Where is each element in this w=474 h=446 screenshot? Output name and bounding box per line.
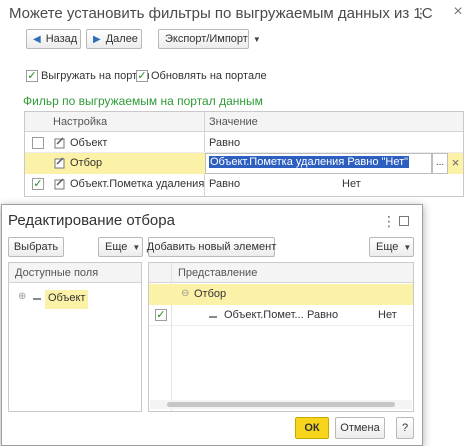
chevron-down-icon: ▼ <box>132 242 141 252</box>
cancel-button[interactable]: Отмена <box>335 417 385 439</box>
more-button-left[interactable]: Еще ▼ <box>98 237 143 257</box>
filter-field: Объект.Помет... <box>224 309 304 321</box>
row-value-selected-text[interactable]: Объект.Пометка удаления Равно "Нет" <box>209 156 410 168</box>
back-button[interactable]: ◀ Назад <box>26 29 81 49</box>
dialog-menu-icon[interactable]: ⋮ <box>382 213 396 229</box>
chevron-down-icon: ▼ <box>403 242 412 252</box>
column-header-setting[interactable]: Настройка <box>53 116 107 128</box>
upload-to-portal-label: Выгружать на портал <box>41 70 150 82</box>
available-fields-header-label: Доступные поля <box>15 267 99 279</box>
row-comparison: Равно <box>209 137 241 149</box>
tree-item-object[interactable]: Объект <box>45 290 89 309</box>
row-value: Нет <box>342 178 361 190</box>
expand-icon[interactable]: ⊕ <box>18 291 26 302</box>
next-button[interactable]: ▶ Далее <box>86 29 142 49</box>
close-icon[interactable]: × <box>450 4 466 20</box>
row-name: Отбор <box>70 157 103 169</box>
row-checkbox[interactable] <box>32 137 44 149</box>
filter-row-checkbox[interactable]: ✓ <box>155 309 167 321</box>
filter-table: Настройка Значение Объект Равно Отбор Об… <box>24 111 464 197</box>
collapse-icon[interactable]: ⊖ <box>181 288 189 299</box>
filter-section-title: Фильр по выгружаемым на портал данным <box>23 94 263 108</box>
representation-panel: Представление ⊖ Отбор ✓ Объект.Помет... … <box>148 262 414 412</box>
column-header-value[interactable]: Значение <box>209 116 258 128</box>
more-button-right[interactable]: Еще ▼ <box>369 237 414 257</box>
menu-icon[interactable]: ⋮ <box>413 5 429 21</box>
export-import-button[interactable]: Экспорт/Импорт ▼ <box>158 29 261 49</box>
arrow-left-icon: ◀ <box>33 33 41 45</box>
field-icon <box>209 316 217 318</box>
row-comparison: Равно <box>209 178 241 190</box>
dialog-maximize-icon[interactable] <box>399 216 409 226</box>
ok-button[interactable]: ОК <box>295 417 329 439</box>
dialog-title: Редактирование отбора <box>8 212 175 229</box>
add-element-button[interactable]: Добавить новый элемент <box>147 237 276 257</box>
row-name: Объект.Пометка удаления <box>70 178 205 190</box>
choose-button[interactable]: Выбрать <box>8 237 64 257</box>
filter-comparison: Равно <box>307 309 339 321</box>
scrollbar-thumb[interactable] <box>167 402 395 407</box>
row-checkbox[interactable]: ✓ <box>32 178 44 190</box>
arrow-right-icon: ▶ <box>93 33 101 45</box>
clear-icon[interactable]: × <box>448 153 463 174</box>
update-on-portal-checkbox[interactable]: ✓ <box>136 70 148 82</box>
group-label: Отбор <box>194 288 227 300</box>
ellipsis-button[interactable]: ... <box>432 153 448 174</box>
filter-value: Нет <box>378 309 397 321</box>
object-field-icon <box>33 298 41 300</box>
field-icon <box>54 178 65 190</box>
upload-to-portal-checkbox[interactable]: ✓ <box>26 70 38 82</box>
available-fields-panel: Доступные поля ⊕ Объект <box>8 262 142 412</box>
chevron-down-icon: ▼ <box>252 34 261 44</box>
help-button[interactable]: ? <box>396 417 414 439</box>
field-icon <box>54 157 65 169</box>
window-title: Можете установить фильтры по выгружаемым… <box>9 5 433 22</box>
update-on-portal-label: Обновлять на портале <box>151 70 267 82</box>
field-icon <box>54 137 65 149</box>
edit-filter-dialog: Редактирование отбора ⋮ Выбрать Еще ▼ До… <box>1 204 423 446</box>
row-name: Объект <box>70 137 108 149</box>
representation-header-label: Представление <box>178 267 258 279</box>
